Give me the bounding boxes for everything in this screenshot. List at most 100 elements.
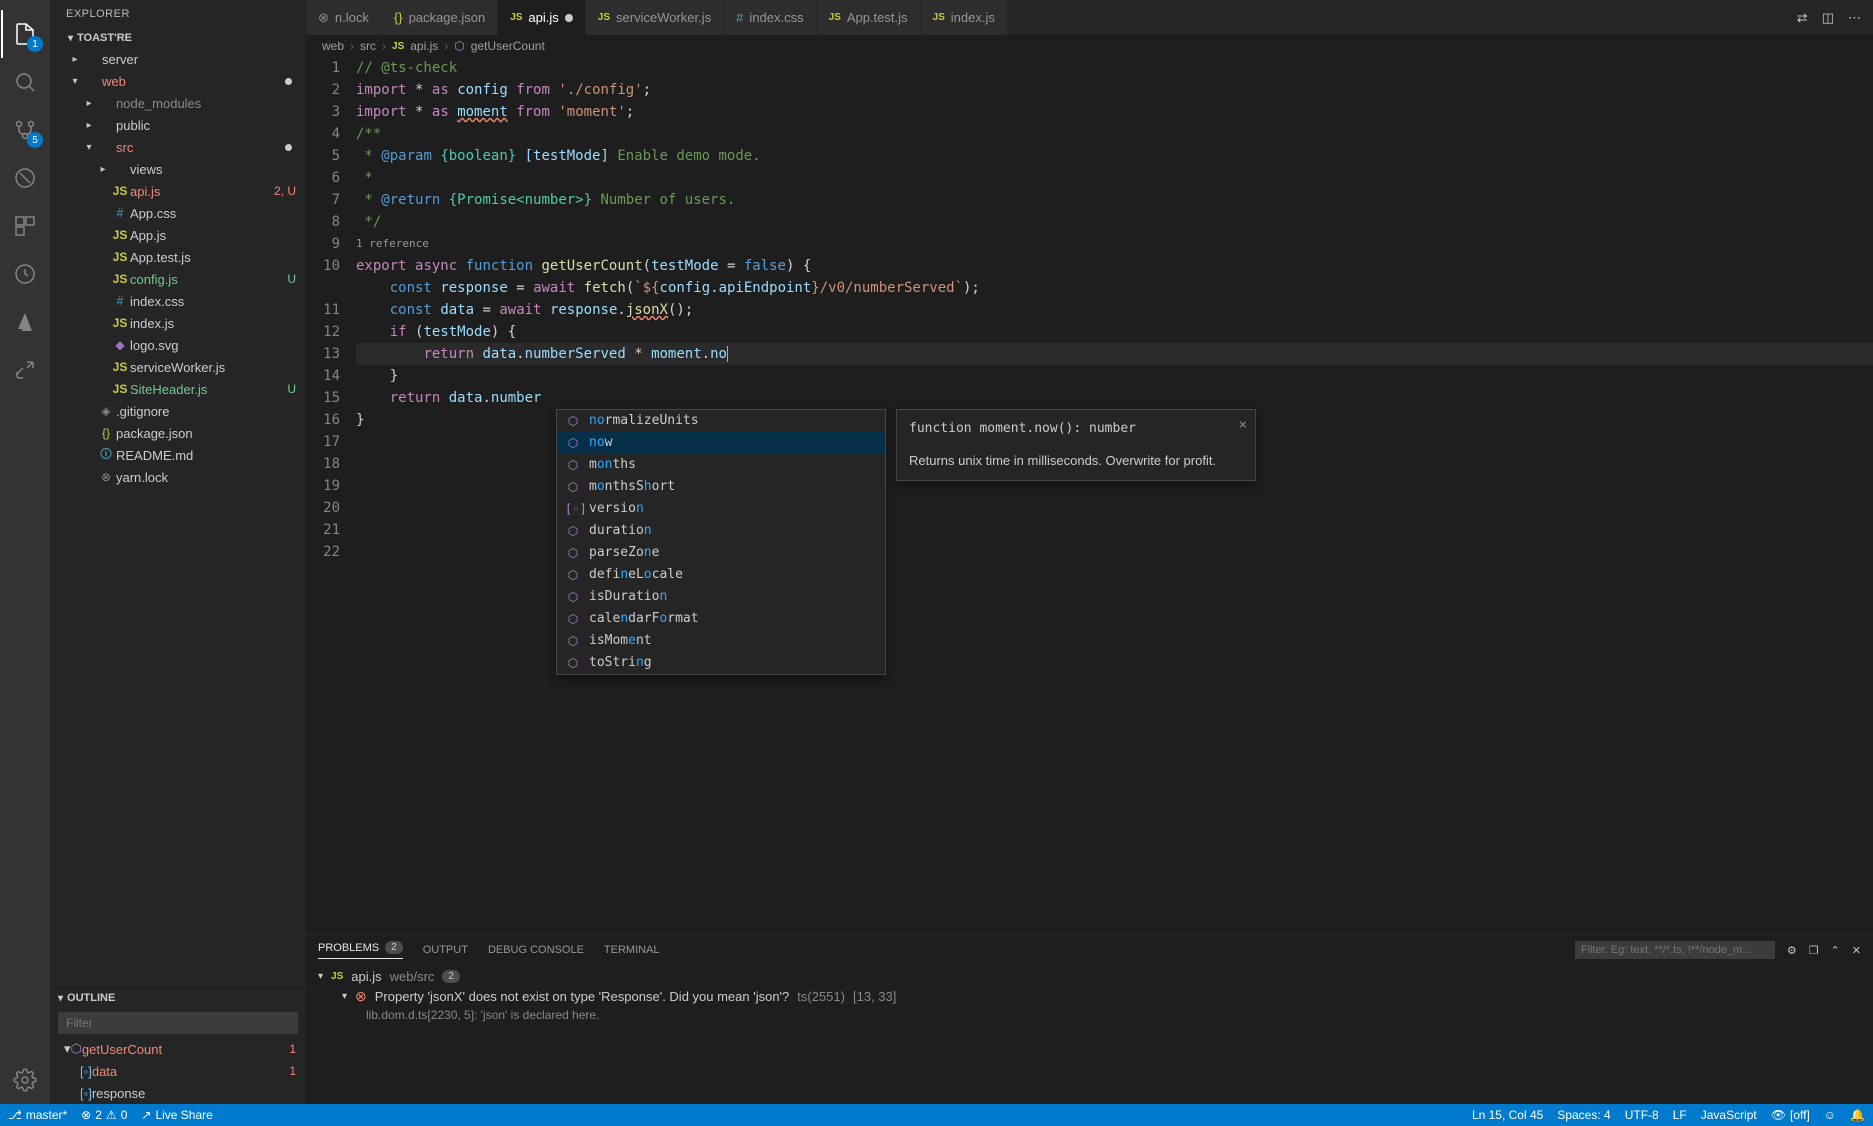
code-editor[interactable]: // @ts-checkimport * as config from './c…: [356, 57, 1873, 934]
outline-item[interactable]: [◦]data1: [50, 1060, 306, 1082]
panel-collapse-icon[interactable]: ⌃: [1831, 944, 1840, 957]
split-editor-icon[interactable]: ◫: [1822, 10, 1834, 26]
method-icon: ⬡: [565, 630, 581, 652]
editor-tab[interactable]: ⊗n.lock: [306, 0, 382, 35]
activity-explorer-icon[interactable]: 1: [1, 10, 49, 58]
status-bell-icon[interactable]: 🔔: [1850, 1108, 1865, 1122]
file-icon: JS: [598, 12, 610, 23]
problems-filter-input[interactable]: [1575, 941, 1775, 959]
field-icon: [◦]: [565, 498, 581, 520]
panel-restore-icon[interactable]: ❐: [1809, 944, 1819, 957]
status-branch[interactable]: ⎇ master*: [8, 1108, 67, 1122]
activity-search-icon[interactable]: [1, 58, 49, 106]
completion-item[interactable]: ⬡duration: [557, 520, 885, 542]
file-row[interactable]: JSApp.test.js: [50, 246, 306, 268]
file-row[interactable]: #App.css: [50, 202, 306, 224]
tree-label: views: [130, 162, 296, 177]
compare-icon[interactable]: ⇄: [1797, 10, 1808, 26]
more-icon[interactable]: ⋯: [1848, 10, 1861, 26]
completion-item[interactable]: ⬡parseZone: [557, 542, 885, 564]
file-row[interactable]: 🛈README.md: [50, 444, 306, 466]
completion-item[interactable]: ⬡monthsShort: [557, 476, 885, 498]
editor-tab[interactable]: JSserviceWorker.js: [586, 0, 724, 35]
folder-row[interactable]: ▸views: [50, 158, 306, 180]
status-liveshare[interactable]: ↗ Live Share: [141, 1108, 212, 1122]
activity-azure-icon[interactable]: [1, 298, 49, 346]
folder-row[interactable]: ▸server: [50, 48, 306, 70]
panel-tab-debug[interactable]: DEBUG CONSOLE: [488, 944, 584, 956]
file-row[interactable]: ◈.gitignore: [50, 400, 306, 422]
modified-dot-icon[interactable]: [565, 14, 573, 22]
breadcrumb[interactable]: web›src›JSapi.js›⬡getUserCount: [306, 35, 1873, 57]
activity-liveshare-icon[interactable]: [1, 346, 49, 394]
activity-scm-icon[interactable]: 5: [1, 106, 49, 154]
file-icon: #: [736, 10, 743, 25]
js-file-icon: JS: [110, 316, 130, 330]
file-row[interactable]: JSapi.js2, U: [50, 180, 306, 202]
completion-item[interactable]: ⬡defineLocale: [557, 564, 885, 586]
activity-debug-icon[interactable]: [1, 154, 49, 202]
intellisense-popup[interactable]: ⬡normalizeUnits⬡now⬡months⬡monthsShort[◦…: [556, 409, 886, 675]
activity-settings-icon[interactable]: [1, 1056, 49, 1104]
status-indent[interactable]: Spaces: 4: [1557, 1108, 1610, 1122]
editor-tab[interactable]: {}package.json: [382, 0, 498, 35]
breadcrumb-item[interactable]: src: [360, 39, 376, 53]
file-row[interactable]: JSSiteHeader.jsU: [50, 378, 306, 400]
close-icon[interactable]: ×: [1239, 414, 1247, 436]
breadcrumb-item[interactable]: api.js: [410, 39, 438, 53]
completion-item[interactable]: ⬡now: [557, 432, 885, 454]
completion-item[interactable]: ⬡months: [557, 454, 885, 476]
status-errors[interactable]: ⊗ 2 ⚠ 0: [81, 1108, 127, 1122]
outline-filter-input[interactable]: [58, 1012, 298, 1034]
activity-refresh-icon[interactable]: [1, 250, 49, 298]
file-row[interactable]: JSindex.js: [50, 312, 306, 334]
file-row[interactable]: JSconfig.jsU: [50, 268, 306, 290]
editor-tab[interactable]: #index.css: [724, 0, 816, 35]
folder-row[interactable]: ▸node_modules: [50, 92, 306, 114]
folder-row[interactable]: ▸public: [50, 114, 306, 136]
completion-item[interactable]: ⬡isMoment: [557, 630, 885, 652]
breadcrumb-item[interactable]: getUserCount: [471, 39, 545, 53]
status-language[interactable]: JavaScript: [1701, 1108, 1757, 1122]
folder-row[interactable]: ▾src: [50, 136, 306, 158]
panel-tab-terminal[interactable]: TERMINAL: [604, 944, 660, 956]
panel-tab-output[interactable]: OUTPUT: [423, 944, 468, 956]
file-row[interactable]: ◆logo.svg: [50, 334, 306, 356]
modified-dot-icon: [285, 144, 292, 151]
completion-item[interactable]: ⬡toString: [557, 652, 885, 674]
sidebar-project-header[interactable]: ▾TOAST'RE: [50, 28, 306, 48]
breadcrumb-item[interactable]: web: [322, 39, 344, 53]
panel-close-icon[interactable]: ✕: [1852, 944, 1861, 957]
status-eol[interactable]: LF: [1673, 1108, 1687, 1122]
file-row[interactable]: JSApp.js: [50, 224, 306, 246]
file-row[interactable]: JSserviceWorker.js: [50, 356, 306, 378]
file-icon: #: [110, 294, 130, 308]
completion-item[interactable]: ⬡isDuration: [557, 586, 885, 608]
problem-item[interactable]: ▾ ⊗ Property 'jsonX' does not exist on t…: [318, 988, 1861, 1005]
status-encoding[interactable]: UTF-8: [1625, 1108, 1659, 1122]
status-prettier[interactable]: 👁 [off]: [1771, 1108, 1810, 1122]
status-feedback-icon[interactable]: ☺: [1824, 1108, 1836, 1122]
file-row[interactable]: {}package.json: [50, 422, 306, 444]
problem-file-row[interactable]: ▾ JS api.js web/src 2: [318, 969, 1861, 984]
completion-item[interactable]: ⬡calendarFormat: [557, 608, 885, 630]
problem-related-info[interactable]: lib.dom.d.ts[2230, 5]: 'json' is declare…: [318, 1008, 1861, 1022]
file-tree[interactable]: ▸server▾web▸node_modules▸public▾src▸view…: [50, 48, 306, 987]
outline-item[interactable]: ▾⬡getUserCount1: [50, 1038, 306, 1060]
file-row[interactable]: #index.css: [50, 290, 306, 312]
outline-header[interactable]: ▾OUTLINE: [50, 988, 306, 1008]
completion-item[interactable]: [◦]version: [557, 498, 885, 520]
editor-tab[interactable]: JSapi.js: [498, 0, 586, 35]
chevron-down-icon: ▾: [58, 993, 63, 1004]
panel-tab-problems[interactable]: PROBLEMS2: [318, 941, 403, 959]
code-lens[interactable]: 1 reference: [356, 233, 1873, 255]
status-cursor[interactable]: Ln 15, Col 45: [1472, 1108, 1543, 1122]
editor-tab[interactable]: JSindex.js: [921, 0, 1008, 35]
file-row[interactable]: ⊗yarn.lock: [50, 466, 306, 488]
folder-row[interactable]: ▾web: [50, 70, 306, 92]
completion-item[interactable]: ⬡normalizeUnits: [557, 410, 885, 432]
editor-tab[interactable]: JSApp.test.js: [817, 0, 921, 35]
filter-settings-icon[interactable]: ⚙: [1787, 944, 1797, 957]
outline-item[interactable]: [◦]response: [50, 1082, 306, 1104]
activity-extensions-icon[interactable]: [1, 202, 49, 250]
